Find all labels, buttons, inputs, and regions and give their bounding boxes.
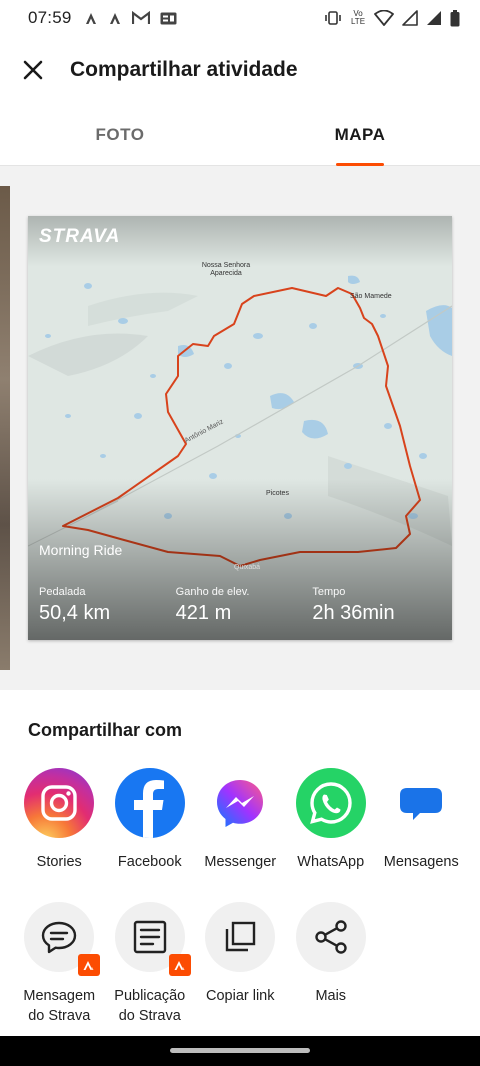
share-strava-post[interactable]: Publicação do Strava (105, 902, 196, 1026)
stat-label: Pedalada (39, 586, 86, 598)
share-label: Copiar link (206, 988, 275, 1004)
map-preview-card[interactable]: STRAVA Nossa Senhora Aparecida São Mamed… (28, 216, 452, 640)
notification-icons (84, 11, 177, 25)
share-strava-message[interactable]: Mensagem do Strava (14, 902, 105, 1026)
strava-badge-icon (78, 954, 101, 976)
share-activity-screen: 07:59 Vo LTE Compartilhar atividade FOTO… (0, 0, 480, 1066)
share-label: Publicação do Strava (114, 988, 186, 1024)
status-bar: 07:59 Vo LTE (0, 0, 480, 36)
stat-elevation: Ganho de elev. 421 m (176, 586, 313, 625)
share-sheet: Compartilhar com Stories Facebook Messen… (0, 690, 480, 1036)
post-icon (114, 902, 191, 976)
volte-icon: Vo LTE (350, 9, 366, 26)
share-label: Messenger (204, 854, 277, 870)
whatsapp-icon (295, 768, 366, 838)
instagram-icon (24, 768, 95, 838)
map-place-label: São Mamede (350, 293, 392, 300)
strava-notification-icon (85, 13, 96, 24)
share-facebook[interactable]: Facebook (105, 768, 196, 872)
share-label: Mais (315, 988, 347, 1004)
stat-distance: Pedalada 50,4 km (39, 586, 176, 625)
route-map (28, 216, 452, 640)
map-place-label: Picotes (266, 490, 289, 497)
share-actions-row: Mensagem do Strava Publicação do Strava Co… (14, 902, 480, 1026)
messages-icon (386, 768, 456, 838)
share-instagram-stories[interactable]: Stories (14, 768, 105, 872)
gmail-icon (131, 11, 150, 24)
photo-preview-card[interactable] (0, 186, 10, 670)
stat-value: 2h 36min (312, 602, 395, 624)
home-gesture-handle[interactable] (170, 1048, 310, 1053)
share-apps-row: Stories Facebook Messenger WhatsApp Mens… (14, 768, 480, 872)
share-label: Mensagens (383, 854, 459, 870)
share-messages[interactable]: Mensagens (376, 768, 467, 872)
page-title: Compartilhar atividade (70, 58, 298, 81)
tab-mapa[interactable]: MAPA (240, 104, 480, 165)
news-icon (160, 12, 177, 24)
stat-time: Tempo 2h 36min (312, 586, 449, 625)
system-icons: Vo LTE (324, 9, 460, 27)
copy-icon (205, 902, 276, 972)
share-whatsapp[interactable]: WhatsApp (286, 768, 377, 872)
activity-stats: Pedalada 50,4 km Ganho de elev. 421 m Te… (39, 586, 449, 625)
share-messenger[interactable]: Messenger (195, 768, 286, 872)
signal-icon (402, 10, 418, 26)
tab-foto[interactable]: FOTO (0, 104, 240, 165)
share-title: Compartilhar com (28, 720, 183, 740)
share-label: Facebook (117, 854, 182, 870)
map-place-label: Nossa Senhora Aparecida (201, 262, 251, 277)
strava-notification-icon (109, 13, 120, 24)
stat-label: Tempo (312, 586, 346, 598)
close-icon (23, 60, 43, 80)
chat-bubble-icon (24, 902, 101, 976)
app-header: Compartilhar atividade (0, 36, 480, 104)
wifi-icon (374, 10, 394, 26)
battery-icon (450, 9, 460, 26)
stat-label: Ganho de elev. (175, 586, 250, 598)
share-label: Stories (36, 854, 82, 870)
status-time: 07:59 (28, 8, 72, 27)
activity-name: Morning Ride (39, 542, 123, 558)
strava-logo: STRAVA (39, 226, 121, 247)
share-icon (295, 902, 366, 972)
more-share-button[interactable]: Mais (286, 902, 377, 1026)
tab-bar: FOTO MAPA (0, 104, 480, 166)
signal-icon (427, 11, 441, 25)
map-place-label: Quixabá (234, 564, 261, 571)
strava-badge-icon (168, 954, 191, 976)
copy-link-button[interactable]: Copiar link (195, 902, 286, 1026)
share-label: WhatsApp (297, 854, 365, 870)
share-label: Mensagem do Strava (23, 988, 96, 1024)
close-button[interactable] (13, 50, 53, 90)
stat-value: 50,4 km (39, 602, 111, 624)
stat-value: 421 m (175, 602, 232, 624)
vibrate-icon (325, 11, 341, 25)
system-nav-bar (0, 1036, 480, 1066)
facebook-icon (114, 768, 185, 838)
messenger-icon (205, 768, 275, 838)
